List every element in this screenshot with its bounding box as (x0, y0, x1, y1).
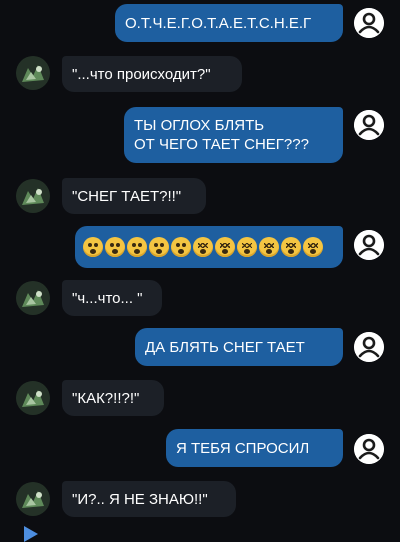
message-text: ОТ ЧЕГО ТАЕТ СНЕГ??? (134, 136, 309, 153)
contact-avatar-icon[interactable] (16, 281, 50, 315)
dizzy-face-icon (281, 237, 301, 257)
message-text: О.Т.Ч.Е.Г.О.Т.А.Е.Т.С.Н.Е.Г (125, 14, 312, 32)
fearful-face-icon (83, 237, 103, 257)
user-avatar-icon[interactable] (354, 8, 384, 38)
user-avatar-icon[interactable] (354, 230, 384, 260)
message-text: ДА БЛЯТЬ СНЕГ ТАЕТ (145, 338, 305, 356)
contact-avatar-icon[interactable] (16, 56, 50, 90)
message-text: Я ТЕБЯ СПРОСИЛ (176, 439, 310, 457)
dizzy-face-icon (193, 237, 213, 257)
incoming-message[interactable]: "...что происходит?" (62, 56, 242, 92)
emoji-row (83, 237, 335, 257)
incoming-message[interactable]: "КАК?!!?!" (62, 380, 164, 416)
incoming-message[interactable]: "СНЕГ ТАЕТ?!!" (62, 178, 206, 214)
outgoing-message[interactable]: О.Т.Ч.Е.Г.О.Т.А.Е.Т.С.Н.Е.Г (115, 4, 343, 42)
dizzy-face-icon (303, 237, 323, 257)
play-icon[interactable] (24, 526, 38, 542)
contact-avatar-icon[interactable] (16, 482, 50, 516)
fearful-face-icon (105, 237, 125, 257)
user-avatar-icon[interactable] (354, 332, 384, 362)
incoming-message[interactable]: "ч...что... " (62, 280, 162, 316)
dizzy-face-icon (237, 237, 257, 257)
user-avatar-icon[interactable] (354, 110, 384, 140)
incoming-message[interactable]: "И?.. Я НЕ ЗНАЮ!!" (62, 481, 236, 517)
fearful-face-icon (171, 237, 191, 257)
message-text: "ч...что... " (72, 289, 143, 307)
message-text: "И?.. Я НЕ ЗНАЮ!!" (72, 490, 208, 508)
outgoing-message[interactable]: ДА БЛЯТЬ СНЕГ ТАЕТ (135, 328, 343, 366)
message-text: "...что происходит?" (72, 65, 211, 83)
message-text: ТЫ ОГЛОХ БЛЯТЬ (134, 117, 265, 134)
outgoing-message[interactable] (75, 226, 343, 268)
fearful-face-icon (149, 237, 169, 257)
chat-thread: О.Т.Ч.Е.Г.О.Т.А.Е.Т.С.Н.Е.Г "...что прои… (0, 0, 400, 542)
dizzy-face-icon (215, 237, 235, 257)
message-text: "СНЕГ ТАЕТ?!!" (72, 187, 182, 205)
message-text: "КАК?!!?!" (72, 389, 140, 407)
dizzy-face-icon (259, 237, 279, 257)
fearful-face-icon (127, 237, 147, 257)
contact-avatar-icon[interactable] (16, 381, 50, 415)
outgoing-message[interactable]: ТЫ ОГЛОХ БЛЯТЬ ОТ ЧЕГО ТАЕТ СНЕГ??? (124, 107, 343, 163)
outgoing-message[interactable]: Я ТЕБЯ СПРОСИЛ (166, 429, 343, 467)
contact-avatar-icon[interactable] (16, 179, 50, 213)
user-avatar-icon[interactable] (354, 434, 384, 464)
